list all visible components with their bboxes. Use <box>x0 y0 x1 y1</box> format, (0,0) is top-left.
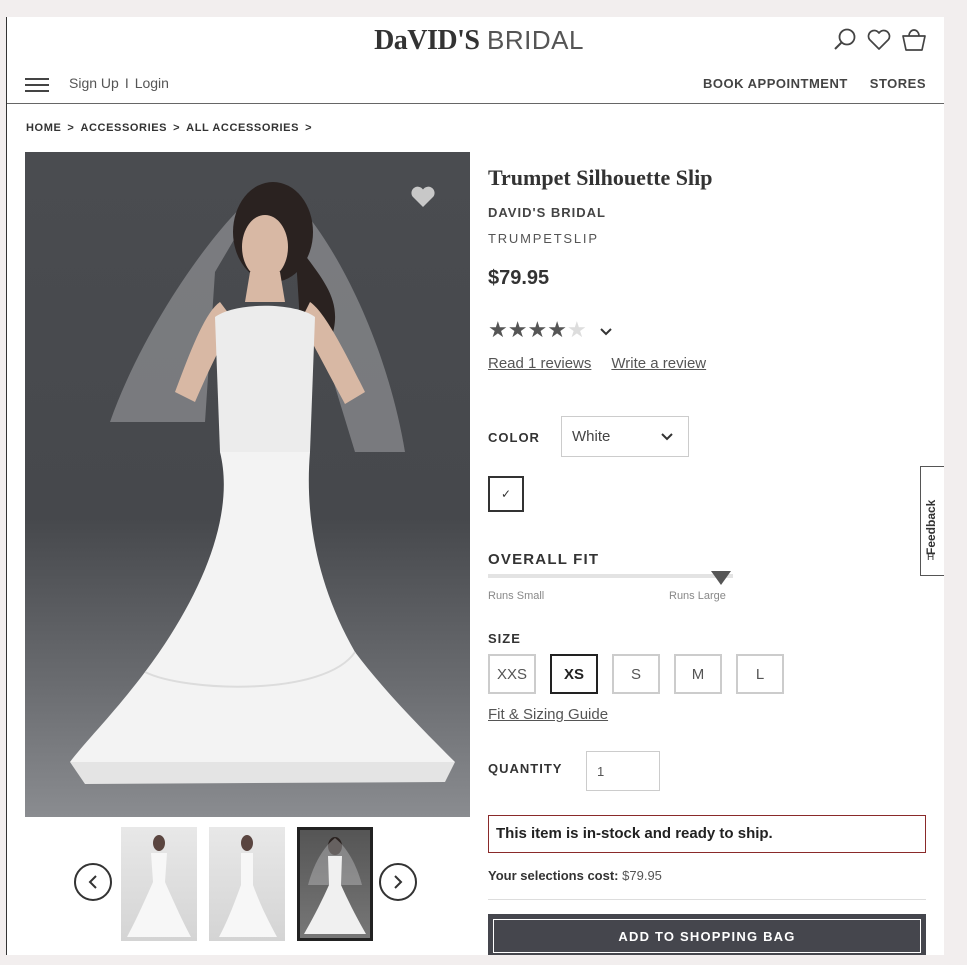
cost-divider <box>488 899 926 900</box>
next-image-button[interactable] <box>379 863 417 901</box>
window-edge <box>0 17 7 955</box>
add-to-bag-button[interactable]: ADD TO SHOPPING BAG <box>488 914 926 955</box>
account-links: Sign Up I Login <box>69 75 169 91</box>
breadcrumb-accessories[interactable]: ACCESSORIES <box>80 122 167 134</box>
breadcrumb: HOME > ACCESSORIES > ALL ACCESSORIES > <box>26 122 312 134</box>
stores-link[interactable]: STORES <box>870 76 926 91</box>
chevron-right-icon <box>394 875 403 889</box>
star-icon: ★ <box>527 317 548 342</box>
previous-image-button[interactable] <box>74 863 112 901</box>
thumbnail-front[interactable] <box>121 827 197 941</box>
color-selected-value: White <box>572 428 611 445</box>
chevron-left-icon <box>88 875 97 889</box>
product-price: $79.95 <box>488 267 550 289</box>
product-title: Trumpet Silhouette Slip <box>488 165 713 190</box>
favorite-heart-icon[interactable] <box>410 185 436 214</box>
book-appointment-link[interactable]: BOOK APPOINTMENT <box>703 76 848 91</box>
size-option-l[interactable]: L <box>736 654 784 694</box>
quantity-label: QUANTITY <box>488 761 563 776</box>
menu-icon[interactable] <box>25 78 49 94</box>
product-brand: DAVID'S BRIDAL <box>488 205 606 220</box>
brand-logo[interactable]: DaVID'S BRIDAL <box>369 25 589 57</box>
breadcrumb-separator: > <box>67 122 75 134</box>
logo-wordmark-secondary: BRIDAL <box>487 25 584 55</box>
color-label: COLOR <box>488 430 540 445</box>
thumbnail-strip <box>25 825 470 943</box>
star-icon: ★ <box>547 317 567 342</box>
fit-scale <box>488 571 733 585</box>
write-review-link[interactable]: Write a review <box>611 355 706 372</box>
chevron-down-icon <box>661 432 673 440</box>
fit-high-label: Runs Large <box>669 590 726 602</box>
bride-photo <box>70 182 455 784</box>
star-icon: ★ <box>507 317 528 342</box>
selection-cost: Your selections cost: $79.95 <box>488 868 662 883</box>
breadcrumb-home[interactable]: HOME <box>26 122 61 134</box>
size-option-xxs[interactable]: XXS <box>488 654 536 694</box>
header-icons <box>832 27 928 53</box>
rating-stars[interactable]: ★ ★ ★ ★ ★ <box>488 317 613 343</box>
size-option-xs[interactable]: XS <box>550 654 598 694</box>
stock-message: This item is in-stock and ready to ship. <box>488 815 926 853</box>
read-reviews-link[interactable]: Read 1 reviews <box>488 355 591 372</box>
star-empty-icon: ★ <box>566 317 587 342</box>
header-nav: BOOK APPOINTMENT STORES <box>703 76 926 91</box>
size-option-s[interactable]: S <box>612 654 660 694</box>
feedback-tab[interactable]: Feedback H <box>920 466 944 576</box>
heart-icon[interactable] <box>866 28 892 52</box>
product-page: DaVID'S BRIDAL Sign Up I Login BOOK APPOIN… <box>7 17 944 955</box>
product-main-image[interactable] <box>25 152 470 817</box>
thumbnail-side[interactable] <box>209 827 285 941</box>
quantity-input[interactable]: 1 <box>586 751 660 791</box>
size-label: SIZE <box>488 631 521 646</box>
feedback-label: Feedback <box>924 499 938 555</box>
size-options: XXS XS S M L <box>488 654 784 694</box>
search-icon[interactable] <box>832 27 858 53</box>
selection-cost-label: Your selections cost: <box>488 868 619 883</box>
login-link[interactable]: Login <box>135 75 169 91</box>
nav-row: Sign Up I Login BOOK APPOINTMENT STORES <box>7 73 944 104</box>
overall-fit-title: OVERALL FIT <box>488 551 600 568</box>
selection-cost-value: $79.95 <box>622 868 662 883</box>
fit-sizing-guide-link[interactable]: Fit & Sizing Guide <box>488 706 608 723</box>
fit-low-label: Runs Small <box>488 590 545 602</box>
review-links: Read 1 reviews Write a review <box>488 355 706 372</box>
checkmark-icon: ✓ <box>500 487 512 501</box>
fit-indicator <box>710 571 731 585</box>
logo-wordmark-primary: DaVID'S <box>374 25 480 56</box>
size-option-m[interactable]: M <box>674 654 722 694</box>
link-separator: I <box>124 75 129 91</box>
chevron-down-icon[interactable] <box>599 317 613 343</box>
breadcrumb-all-accessories[interactable]: ALL ACCESSORIES <box>186 122 299 134</box>
color-swatch-white[interactable]: ✓ <box>488 476 524 512</box>
breadcrumb-separator: > <box>173 122 181 134</box>
header-divider <box>7 103 944 104</box>
feedback-icon: H <box>927 552 935 563</box>
star-icon: ★ <box>488 317 508 342</box>
breadcrumb-separator: > <box>305 122 313 134</box>
product-sku: TRUMPETSLIP <box>488 231 599 246</box>
thumbnail-veil[interactable] <box>297 827 373 941</box>
shopping-bag-icon[interactable] <box>900 27 928 53</box>
sign-up-link[interactable]: Sign Up <box>69 75 119 91</box>
color-select[interactable]: White <box>561 416 689 457</box>
